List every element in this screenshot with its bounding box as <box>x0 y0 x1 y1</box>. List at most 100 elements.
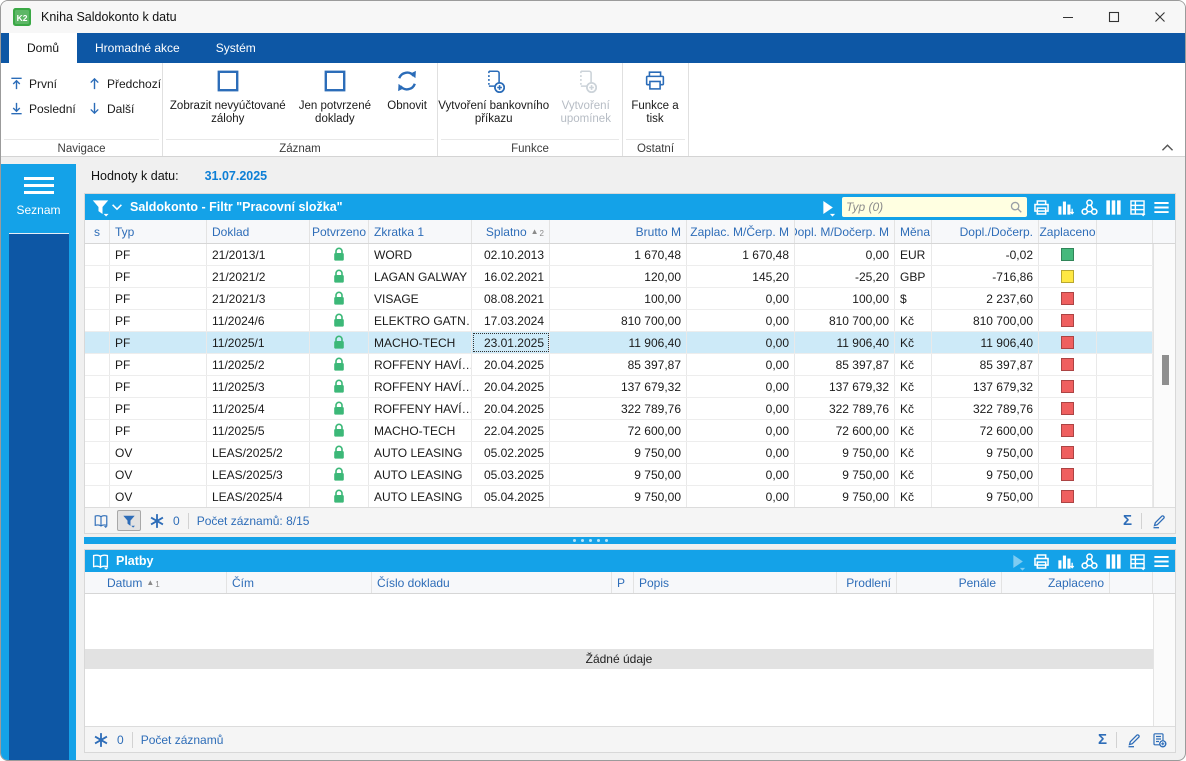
cell-potvrzeno[interactable] <box>310 442 369 463</box>
cell-mena[interactable]: Kč <box>895 376 932 397</box>
cell-zkratka[interactable]: VISAGE <box>369 288 472 309</box>
cell-zaplaceno[interactable] <box>1039 354 1097 375</box>
asterisk-icon[interactable] <box>93 732 109 748</box>
table-row[interactable]: PF21/2013/1WORD02.10.20131 670,481 670,4… <box>85 244 1175 266</box>
cell-dopl_m[interactable]: 9 750,00 <box>795 486 895 507</box>
cell-zaplac[interactable]: 0,00 <box>687 332 795 353</box>
cell-zkratka[interactable]: AUTO LEASING <box>369 442 472 463</box>
cell-typ[interactable]: OV <box>110 464 207 485</box>
table-row[interactable]: PF11/2025/4ROFFENY HAVÍ…20.04.2025322 78… <box>85 398 1175 420</box>
cell-dopl_m[interactable]: -25,20 <box>795 266 895 287</box>
cell-zaplac[interactable]: 0,00 <box>687 442 795 463</box>
cell-s[interactable] <box>85 464 110 485</box>
functions-and-print-button[interactable]: Funkce a tisk <box>623 63 687 137</box>
tab-system[interactable]: Systém <box>198 33 274 63</box>
vertical-scrollbar[interactable] <box>1153 594 1175 726</box>
cell-mena[interactable]: Kč <box>895 442 932 463</box>
cell-s[interactable] <box>85 376 110 397</box>
cell-dopl_m[interactable]: 72 600,00 <box>795 420 895 441</box>
refresh-button[interactable]: Obnovit <box>377 63 437 137</box>
cell-mena[interactable]: Kč <box>895 332 932 353</box>
show-unaccounted-advances-button[interactable]: Zobrazit nevyúčtované zálohy <box>163 63 293 137</box>
cell-dopl[interactable]: 11 906,40 <box>932 332 1039 353</box>
cell-zaplac[interactable]: 0,00 <box>687 376 795 397</box>
close-button[interactable] <box>1137 1 1183 33</box>
cell-zaplaceno[interactable] <box>1039 442 1097 463</box>
cell-dopl_m[interactable]: 11 906,40 <box>795 332 895 353</box>
cell-zaplac[interactable]: 145,20 <box>687 266 795 287</box>
cell-mena[interactable]: GBP <box>895 266 932 287</box>
column-header-doklad[interactable]: Doklad <box>207 220 310 243</box>
cell-doklad[interactable]: 11/2025/2 <box>207 354 310 375</box>
column-header-potvrzeno[interactable]: Potvrzeno <box>310 220 369 243</box>
column-header-zaplac[interactable]: Zaplac. M/Čerp. M <box>687 220 795 243</box>
cell-dopl[interactable]: 9 750,00 <box>932 464 1039 485</box>
cell-splatno[interactable]: 05.04.2025 <box>472 486 550 507</box>
cell-s[interactable] <box>85 266 110 287</box>
cell-zkratka[interactable]: ROFFENY HAVÍ… <box>369 354 472 375</box>
cell-zaplac[interactable]: 0,00 <box>687 464 795 485</box>
only-confirmed-documents-button[interactable]: Jen potvrzené doklady <box>293 63 378 137</box>
cell-s[interactable] <box>85 244 110 265</box>
book-icon[interactable] <box>93 513 109 529</box>
cell-dopl_m[interactable]: 9 750,00 <box>795 442 895 463</box>
edit-pencil-icon[interactable] <box>1151 513 1167 529</box>
cell-zkratka[interactable]: LAGAN GALWAY <box>369 266 472 287</box>
cell-mena[interactable]: Kč <box>895 398 932 419</box>
cell-potvrzeno[interactable] <box>310 464 369 485</box>
tab-hromadne-akce[interactable]: Hromadné akce <box>77 33 198 63</box>
panel-menu-icon[interactable] <box>1152 552 1171 571</box>
cell-splatno[interactable]: 17.03.2024 <box>472 310 550 331</box>
values-to-date-value[interactable]: 31.07.2025 <box>205 169 268 183</box>
column-header-zkratka[interactable]: Zkratka 1 <box>369 220 472 243</box>
previous-button[interactable]: Předchozí <box>87 71 167 96</box>
chart-icon[interactable] <box>1056 198 1075 217</box>
cell-typ[interactable]: PF <box>110 288 207 309</box>
cell-brutto[interactable]: 1 670,48 <box>550 244 687 265</box>
create-bank-order-button[interactable]: Vytvoření bankovního příkazu <box>438 63 549 137</box>
tab-domu[interactable]: Domů <box>9 33 77 63</box>
cell-mena[interactable]: $ <box>895 288 932 309</box>
column-header-brutto[interactable]: Brutto M <box>550 220 687 243</box>
cell-dopl[interactable]: 810 700,00 <box>932 310 1039 331</box>
cell-dopl_m[interactable]: 100,00 <box>795 288 895 309</box>
cell-zaplac[interactable]: 0,00 <box>687 398 795 419</box>
cell-splatno[interactable]: 05.02.2025 <box>472 442 550 463</box>
cell-zkratka[interactable]: MACHO-TECH <box>369 420 472 441</box>
cell-potvrzeno[interactable] <box>310 266 369 287</box>
table-row[interactable]: OVLEAS/2025/3AUTO LEASING05.03.20259 750… <box>85 464 1175 486</box>
cell-s[interactable] <box>85 486 110 507</box>
column-header-penale[interactable]: Penále <box>897 572 1002 593</box>
cell-s[interactable] <box>85 354 110 375</box>
cell-mena[interactable]: Kč <box>895 354 932 375</box>
column-header-datum[interactable]: Datum▲1 <box>85 572 227 593</box>
column-header-cim[interactable]: Čím <box>227 572 372 593</box>
asterisk-icon[interactable] <box>149 513 165 529</box>
cell-mena[interactable]: Kč <box>895 464 932 485</box>
cell-doklad[interactable]: 11/2024/6 <box>207 310 310 331</box>
last-button[interactable]: Poslední <box>9 96 87 121</box>
cell-zaplaceno[interactable] <box>1039 288 1097 309</box>
edit-pencil-icon[interactable] <box>1126 732 1142 748</box>
cell-potvrzeno[interactable] <box>310 420 369 441</box>
column-header-zaplaceno[interactable]: Zaplaceno <box>1002 572 1110 593</box>
panel-splitter[interactable] <box>84 537 1176 544</box>
cell-zaplaceno[interactable] <box>1039 420 1097 441</box>
cell-brutto[interactable]: 72 600,00 <box>550 420 687 441</box>
sidebar-item-seznam[interactable]: Seznam <box>1 164 76 232</box>
column-header-dopl_m[interactable]: Dopl. M/Dočerp. M <box>795 220 895 243</box>
cell-dopl[interactable]: 322 789,76 <box>932 398 1039 419</box>
cell-dopl[interactable]: 72 600,00 <box>932 420 1039 441</box>
cell-typ[interactable]: PF <box>110 354 207 375</box>
cell-typ[interactable]: OV <box>110 486 207 507</box>
cell-brutto[interactable]: 11 906,40 <box>550 332 687 353</box>
cell-dopl_m[interactable]: 85 397,87 <box>795 354 895 375</box>
sum-icon[interactable]: Σ <box>1123 513 1132 528</box>
cell-potvrzeno[interactable] <box>310 310 369 331</box>
cell-zkratka[interactable]: WORD <box>369 244 472 265</box>
cell-dopl_m[interactable]: 810 700,00 <box>795 310 895 331</box>
table-row[interactable]: PF11/2025/1MACHO-TECH23.01.202511 906,40… <box>85 332 1175 354</box>
cell-brutto[interactable]: 137 679,32 <box>550 376 687 397</box>
column-header-popis[interactable]: Popis <box>634 572 837 593</box>
cell-doklad[interactable]: 11/2025/5 <box>207 420 310 441</box>
